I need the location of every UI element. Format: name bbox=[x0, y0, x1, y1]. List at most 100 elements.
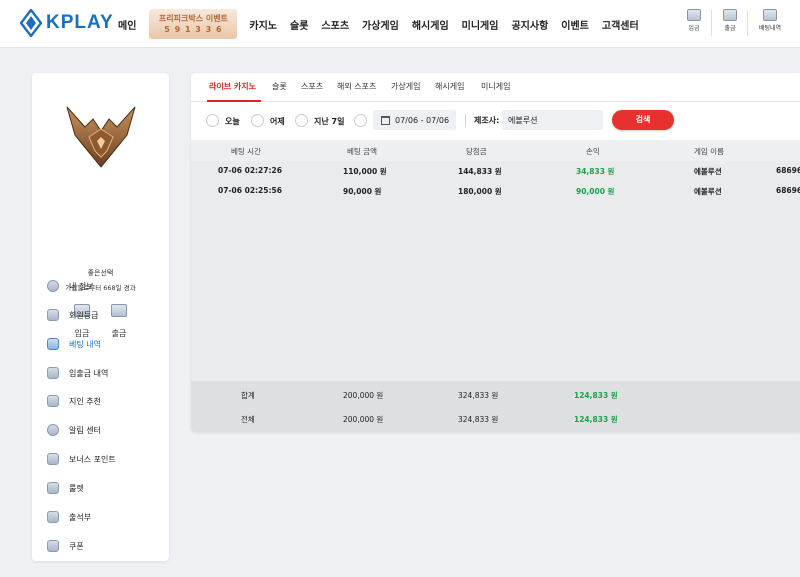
table-header: 베팅 시간 베팅 금액 당첨금 손익 게임 이름 bbox=[191, 140, 800, 161]
sidebar-item-label: 알림 센터 bbox=[69, 425, 101, 435]
nav-sports[interactable]: 스포츠 bbox=[321, 17, 349, 32]
sidebar-item-my-info[interactable]: 내 정보 bbox=[47, 278, 157, 294]
sidebar-item-label: 회원등급 bbox=[69, 310, 99, 320]
tab-sports[interactable]: 스포츠 bbox=[301, 81, 323, 92]
nav-event[interactable]: 이벤트 bbox=[561, 17, 589, 32]
nav-main[interactable]: 메인 bbox=[118, 17, 136, 32]
notification-icon bbox=[47, 424, 59, 436]
sidebar-item-label: 보너스 포인트 bbox=[69, 454, 116, 464]
cell-bet: 90,000 원 bbox=[343, 187, 382, 196]
last7-radio[interactable] bbox=[295, 114, 308, 127]
cell-game: 에볼루션 bbox=[694, 167, 722, 176]
tab-mini[interactable]: 미니게임 bbox=[481, 81, 510, 92]
total-profit: 124,833 원 bbox=[574, 415, 618, 424]
promo-banner[interactable]: 프리피크박스 이벤트 5 9 1 3 3 6 bbox=[149, 9, 238, 39]
sidebar-item-label: 룰렛 bbox=[69, 483, 84, 493]
sidebar-item-grade[interactable]: 회원등급 bbox=[47, 307, 157, 323]
provider-label: 제조사: bbox=[474, 116, 500, 125]
rank-emblem-icon bbox=[66, 106, 136, 168]
sidebar: 좋은선택 가입일로부터 668일 경과 입금 출금 내 정보 회원등급 베팅 내… bbox=[32, 73, 169, 561]
sidebar-item-betting-history[interactable]: 베팅 내역 bbox=[47, 336, 157, 352]
custom-range-radio[interactable] bbox=[354, 114, 367, 127]
nav-support[interactable]: 고객센터 bbox=[602, 17, 639, 32]
tab-slot[interactable]: 슬롯 bbox=[272, 81, 287, 92]
cell-game: 에볼루션 bbox=[694, 187, 722, 196]
nav-mini[interactable]: 미니게임 bbox=[462, 17, 499, 32]
sidebar-item-attendance[interactable]: 출석부 bbox=[47, 509, 157, 525]
user-nickname: 좋은선택 bbox=[87, 269, 114, 277]
withdraw-icon bbox=[723, 9, 737, 21]
nav-casino[interactable]: 카지노 bbox=[249, 17, 277, 32]
cell-win: 144,833 원 bbox=[458, 167, 502, 176]
sidebar-item-bonus-points[interactable]: 보너스 포인트 bbox=[47, 451, 157, 467]
col-bet-time: 베팅 시간 bbox=[231, 147, 261, 156]
sidebar-item-notifications[interactable]: 알림 센터 bbox=[47, 422, 157, 438]
table-footer: 합계 200,000 원 324,833 원 124,833 원 전체 200,… bbox=[191, 381, 800, 432]
header-divider bbox=[711, 10, 712, 36]
sidebar-item-referral[interactable]: 지인 추천 bbox=[47, 393, 157, 409]
subtotal-bet: 200,000 원 bbox=[343, 391, 384, 400]
col-profit: 손익 bbox=[586, 147, 600, 156]
col-win-amount: 당첨금 bbox=[466, 147, 487, 156]
sidebar-item-transactions[interactable]: 입출금 내역 bbox=[47, 365, 157, 381]
game-tabs: 라이브 카지노 슬롯 스포츠 해외 스포츠 가상게임 해시게임 미니게임 bbox=[191, 73, 800, 102]
betting-history-icon bbox=[763, 9, 777, 21]
header-withdraw-button[interactable]: 출금 bbox=[716, 6, 744, 40]
logo-text: KPLAY bbox=[46, 12, 114, 33]
header-deposit-button[interactable]: 입금 bbox=[680, 6, 708, 40]
cell-profit: 90,000 원 bbox=[576, 187, 615, 196]
header-betting-history-button[interactable]: 배팅내역 bbox=[755, 6, 785, 40]
table-row[interactable]: 07-06 02:27:26 110,000 원 144,833 원 34,83… bbox=[191, 161, 800, 181]
table-body: 07-06 02:27:26 110,000 원 144,833 원 34,83… bbox=[191, 161, 800, 381]
tab-hash[interactable]: 해시게임 bbox=[435, 81, 464, 92]
betting-history-panel: 라이브 카지노 슬롯 스포츠 해외 스포츠 가상게임 해시게임 미니게임 오늘 … bbox=[191, 73, 800, 432]
deposit-icon bbox=[687, 9, 701, 21]
roulette-icon bbox=[47, 482, 59, 494]
yesterday-label[interactable]: 어제 bbox=[270, 116, 285, 127]
nav-virtual[interactable]: 가상게임 bbox=[362, 17, 399, 32]
sidebar-item-coupon[interactable]: 쿠폰 bbox=[47, 538, 157, 554]
today-label[interactable]: 오늘 bbox=[225, 116, 240, 127]
header-deposit-label: 입금 bbox=[688, 25, 700, 32]
sidebar-item-label: 쿠폰 bbox=[69, 541, 84, 551]
cell-win: 180,000 원 bbox=[458, 187, 502, 196]
yesterday-radio[interactable] bbox=[251, 114, 264, 127]
sidebar-item-label: 출석부 bbox=[69, 512, 92, 522]
today-radio[interactable] bbox=[206, 114, 219, 127]
provider-input[interactable] bbox=[502, 110, 603, 130]
cell-time: 07-06 02:27:26 bbox=[218, 166, 282, 175]
total-win: 324,833 원 bbox=[458, 415, 499, 424]
header-divider bbox=[747, 10, 748, 36]
sidebar-item-label: 지인 추천 bbox=[69, 396, 101, 406]
grade-icon bbox=[47, 309, 59, 321]
total-label: 전체 bbox=[241, 415, 255, 424]
cell-id: 68696 bbox=[776, 186, 800, 195]
last7-label[interactable]: 지난 7일 bbox=[314, 116, 344, 127]
subtotal-row: 합계 200,000 원 324,833 원 124,833 원 bbox=[191, 383, 800, 407]
nav-notice[interactable]: 공지사항 bbox=[511, 17, 548, 32]
search-button[interactable]: 검색 bbox=[612, 110, 674, 130]
cell-time: 07-06 02:25:56 bbox=[218, 186, 282, 195]
promo-line1: 프리피크박스 이벤트 bbox=[158, 14, 228, 23]
nav-slot[interactable]: 슬롯 bbox=[290, 17, 308, 32]
logo[interactable]: KPLAY bbox=[20, 8, 114, 38]
attendance-icon bbox=[47, 511, 59, 523]
sidebar-item-label: 입출금 내역 bbox=[69, 368, 109, 378]
sidebar-item-label: 베팅 내역 bbox=[69, 339, 101, 349]
betting-icon bbox=[47, 338, 59, 350]
referral-icon bbox=[47, 395, 59, 407]
date-range-picker[interactable]: 07/06 - 07/06 bbox=[373, 110, 456, 130]
tab-live-casino[interactable]: 라이브 카지노 bbox=[209, 81, 256, 92]
subtotal-profit: 124,833 원 bbox=[574, 391, 618, 400]
filter-divider bbox=[465, 114, 466, 127]
logo-mark-icon bbox=[20, 9, 42, 37]
nav-hash[interactable]: 해시게임 bbox=[412, 17, 449, 32]
subtotal-label: 합계 bbox=[241, 391, 255, 400]
sidebar-item-label: 내 정보 bbox=[69, 281, 94, 291]
main-nav: 메인 프리피크박스 이벤트 5 9 1 3 3 6 카지노 슬롯 스포츠 가상게… bbox=[118, 0, 652, 48]
tab-virtual[interactable]: 가상게임 bbox=[391, 81, 420, 92]
table-row[interactable]: 07-06 02:25:56 90,000 원 180,000 원 90,000… bbox=[191, 181, 800, 201]
tab-overseas-sports[interactable]: 해외 스포츠 bbox=[337, 81, 376, 92]
sidebar-item-roulette[interactable]: 룰렛 bbox=[47, 480, 157, 496]
subtotal-win: 324,833 원 bbox=[458, 391, 499, 400]
